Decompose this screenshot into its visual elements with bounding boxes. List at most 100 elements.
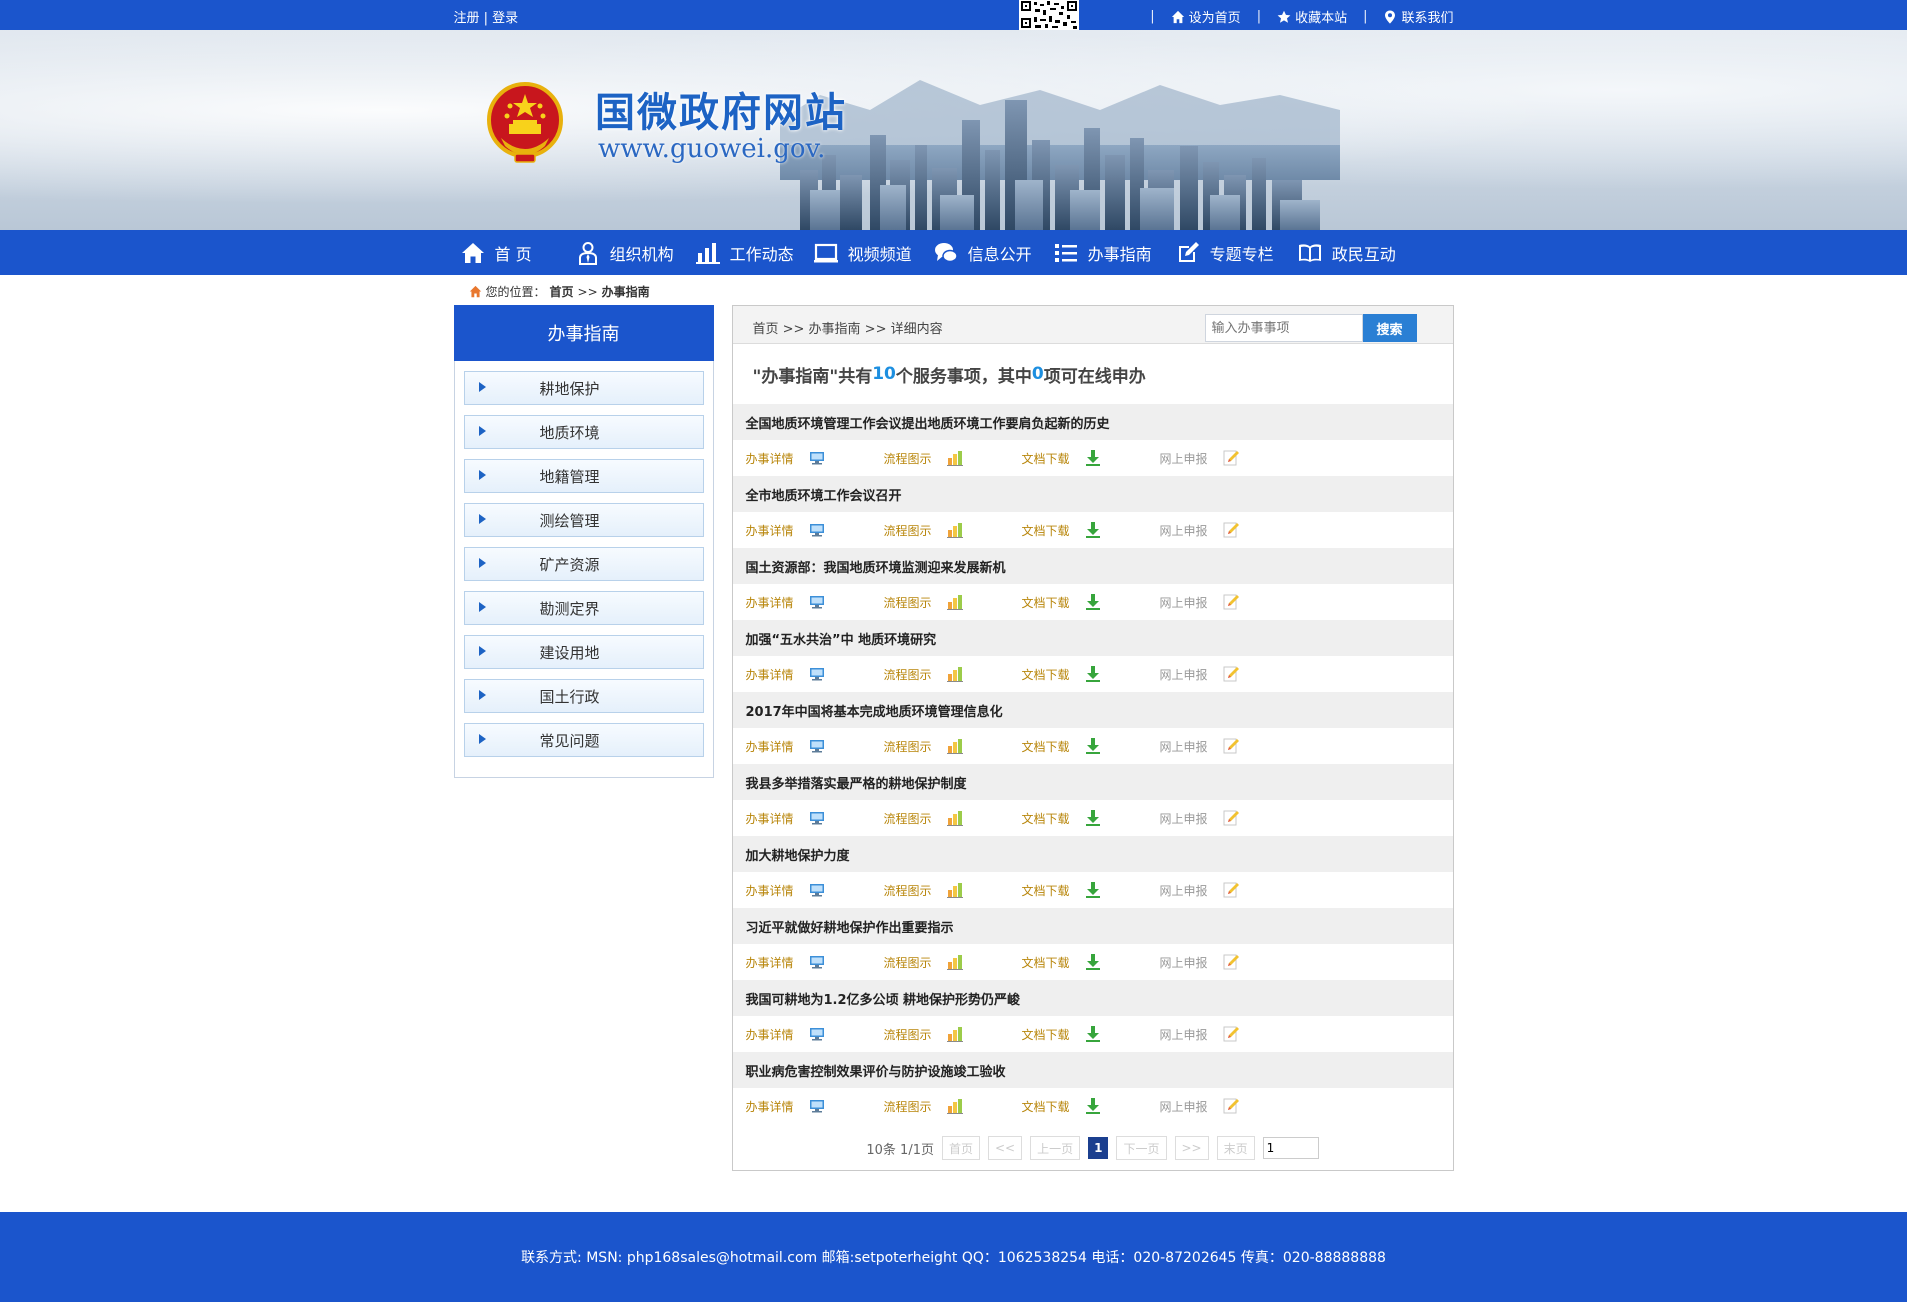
search-input[interactable]: [1204, 314, 1363, 342]
nav-item-guide[interactable]: 办事指南: [1054, 241, 1152, 265]
nav-item-video[interactable]: 视频频道: [813, 241, 912, 265]
sidebar-item-surveying[interactable]: 测绘管理: [463, 503, 704, 537]
action-label: 办事详情: [745, 883, 794, 898]
service-title-link[interactable]: 加强“五水共治”中 地质环境研究: [732, 620, 1453, 656]
flow-chart-link[interactable]: 流程图示: [884, 809, 1022, 827]
sidebar-item-faq[interactable]: 常见问题: [463, 723, 704, 757]
online-apply-link[interactable]: 网上申报: [1160, 449, 1298, 467]
prev-fast-button[interactable]: <<: [988, 1136, 1023, 1160]
flow-chart-link[interactable]: 流程图示: [884, 737, 1022, 755]
edit-form-icon: [1223, 1098, 1239, 1114]
action-label: 文档下载: [1021, 1027, 1070, 1042]
online-apply-link[interactable]: 网上申报: [1160, 1025, 1298, 1043]
flow-chart-link[interactable]: 流程图示: [884, 449, 1022, 467]
nav-item-interaction[interactable]: 政民互动: [1298, 241, 1396, 265]
current-page[interactable]: 1: [1088, 1137, 1109, 1159]
next-fast-button[interactable]: >>: [1174, 1136, 1209, 1160]
search-button[interactable]: 搜索: [1362, 314, 1417, 342]
service-title-link[interactable]: 加大耕地保护力度: [732, 836, 1453, 872]
sidebar-item-boundary[interactable]: 勘测定界: [463, 591, 704, 625]
sidebar-item-construction-land[interactable]: 建设用地: [463, 635, 704, 669]
sidebar-item-cultivated-land[interactable]: 耕地保护: [463, 371, 704, 405]
detail-link[interactable]: 办事详情: [746, 593, 884, 611]
detail-link[interactable]: 办事详情: [746, 881, 884, 899]
detail-link[interactable]: 办事详情: [746, 809, 884, 827]
flow-chart-link[interactable]: 流程图示: [884, 953, 1022, 971]
flow-chart-link[interactable]: 流程图示: [884, 1025, 1022, 1043]
detail-link[interactable]: 办事详情: [746, 521, 884, 539]
action-label: 流程图示: [883, 739, 932, 754]
flow-chart-link[interactable]: 流程图示: [884, 665, 1022, 683]
service-title-link[interactable]: 习近平就做好耕地保护作出重要指示: [732, 908, 1453, 944]
next-page-button[interactable]: 下一页: [1116, 1136, 1167, 1160]
register-link[interactable]: 注册: [454, 11, 480, 26]
nav-item-special[interactable]: 专题专栏: [1176, 241, 1274, 265]
chevron-right-icon: [478, 470, 486, 480]
download-link[interactable]: 文档下载: [1022, 881, 1160, 899]
online-apply-link[interactable]: 网上申报: [1160, 593, 1298, 611]
online-apply-link[interactable]: 网上申报: [1160, 881, 1298, 899]
flow-chart-link[interactable]: 流程图示: [884, 593, 1022, 611]
online-apply-link[interactable]: 网上申报: [1160, 665, 1298, 683]
download-link[interactable]: 文档下载: [1022, 665, 1160, 683]
online-apply-link[interactable]: 网上申报: [1160, 809, 1298, 827]
service-title-link[interactable]: 全市地质环境工作会议召开: [732, 476, 1453, 512]
nav-item-organization[interactable]: 组织机构: [576, 241, 674, 265]
prev-page-button[interactable]: 上一页: [1030, 1136, 1081, 1160]
download-link[interactable]: 文档下载: [1022, 1025, 1160, 1043]
service-actions: 办事详情 流程图示 文档下载 网上申报: [733, 944, 1453, 980]
sidebar-item-geo-environment[interactable]: 地质环境: [463, 415, 704, 449]
flow-chart-link[interactable]: 流程图示: [884, 1097, 1022, 1115]
online-apply-link[interactable]: 网上申报: [1160, 1097, 1298, 1115]
flow-chart-link[interactable]: 流程图示: [884, 521, 1022, 539]
detail-link[interactable]: 办事详情: [746, 1097, 884, 1115]
panel-header: 首页 >> 办事指南 >> 详细内容 搜索: [732, 306, 1453, 344]
download-link[interactable]: 文档下载: [1022, 521, 1160, 539]
download-link[interactable]: 文档下载: [1022, 593, 1160, 611]
favorite-link[interactable]: 收藏本站: [1277, 7, 1347, 26]
action-label: 网上申报: [1159, 1099, 1208, 1114]
sidebar-item-land-admin[interactable]: 国土行政: [463, 679, 704, 713]
flow-chart-link[interactable]: 流程图示: [884, 881, 1022, 899]
detail-link[interactable]: 办事详情: [746, 665, 884, 683]
nav-item-info-public[interactable]: 信息公开: [934, 241, 1032, 265]
sidebar-item-minerals[interactable]: 矿产资源: [463, 547, 704, 581]
contact-link[interactable]: 联系我们: [1383, 7, 1454, 26]
action-label: 办事详情: [745, 1027, 794, 1042]
service-title-link[interactable]: 全国地质环境管理工作会议提出地质环境工作要肩负起新的历史: [732, 404, 1453, 440]
last-page-button[interactable]: 末页: [1216, 1136, 1255, 1160]
service-title-link[interactable]: 国土资源部：我国地质环境监测迎来发展新机: [732, 548, 1453, 584]
download-link[interactable]: 文档下载: [1022, 737, 1160, 755]
detail-link[interactable]: 办事详情: [746, 449, 884, 467]
sidebar-item-cadastre[interactable]: 地籍管理: [463, 459, 704, 493]
service-title-link[interactable]: 职业病危害控制效果评价与防护设施竣工验收: [732, 1052, 1453, 1088]
breadcrumb-home[interactable]: 首页: [550, 283, 574, 300]
set-home-link[interactable]: 设为首页: [1171, 7, 1241, 26]
favorite-label: 收藏本站: [1295, 11, 1348, 26]
service-title-link[interactable]: 我县多举措落实最严格的耕地保护制度: [732, 764, 1453, 800]
first-page-button[interactable]: 首页: [941, 1136, 980, 1160]
download-link[interactable]: 文档下载: [1022, 953, 1160, 971]
detail-link[interactable]: 办事详情: [746, 1025, 884, 1043]
detail-link[interactable]: 办事详情: [746, 737, 884, 755]
list-item: 我县多举措落实最严格的耕地保护制度办事详情 流程图示 文档下载 网上申报: [732, 764, 1453, 836]
online-apply-link[interactable]: 网上申报: [1160, 737, 1298, 755]
service-title-link[interactable]: 2017年中国将基本完成地质环境管理信息化: [732, 692, 1453, 728]
download-link[interactable]: 文档下载: [1022, 809, 1160, 827]
action-label: 流程图示: [883, 955, 932, 970]
page-jump-input[interactable]: [1262, 1137, 1319, 1159]
nav-item-home[interactable]: 首 页: [461, 241, 532, 265]
breadcrumb: 您的位置： 首页 >> 办事指南: [0, 275, 1907, 305]
download-link[interactable]: 文档下载: [1022, 1097, 1160, 1115]
online-apply-link[interactable]: 网上申报: [1160, 521, 1298, 539]
download-link[interactable]: 文档下载: [1022, 449, 1160, 467]
list-item: 习近平就做好耕地保护作出重要指示办事详情 流程图示 文档下载 网上申报: [732, 908, 1453, 980]
action-label: 办事详情: [745, 595, 794, 610]
computer-icon: [809, 452, 824, 465]
detail-link[interactable]: 办事详情: [746, 953, 884, 971]
login-link[interactable]: 登录: [492, 11, 518, 26]
online-apply-link[interactable]: 网上申报: [1160, 953, 1298, 971]
nav-item-work-news[interactable]: 工作动态: [695, 241, 794, 265]
service-title-link[interactable]: 我国可耕地为1.2亿多公顷 耕地保护形势仍严峻: [732, 980, 1453, 1016]
computer-icon: [809, 812, 824, 825]
